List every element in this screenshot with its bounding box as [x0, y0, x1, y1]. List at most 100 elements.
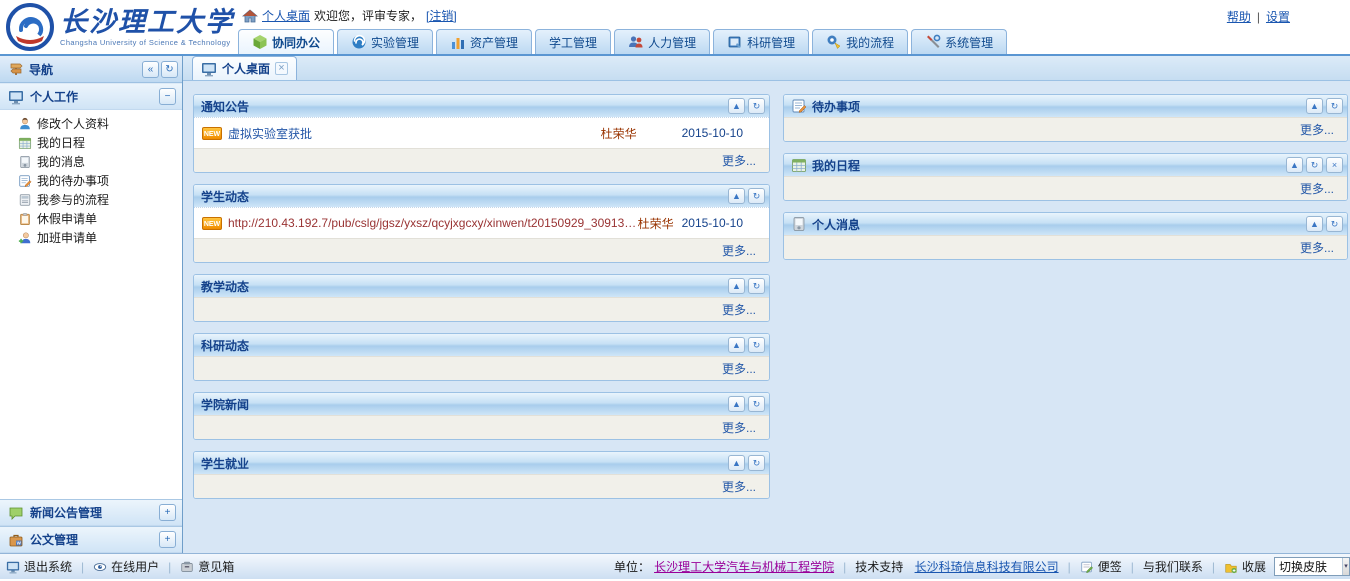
calendar-icon: [791, 157, 807, 173]
module-tab[interactable]: 学工管理: [535, 29, 611, 54]
panel-collapse-button[interactable]: ▲: [728, 396, 745, 412]
panel-collapse-button[interactable]: ▲: [728, 455, 745, 471]
module-tabstrip: 协同办公实验管理资产管理学工管理人力管理科研管理 我的流程系统管理: [238, 29, 1010, 54]
panel-collapse-button[interactable]: ▲: [728, 278, 745, 294]
close-tab-icon[interactable]: ×: [275, 62, 288, 75]
panel-collapse-button[interactable]: ▲: [728, 188, 745, 204]
panel-header: 我的日程▲↻×: [784, 154, 1347, 176]
help-link[interactable]: 帮助: [1227, 10, 1251, 24]
panel-collapse-button[interactable]: ▲: [728, 98, 745, 114]
sidebar-item[interactable]: 我的待办事项: [10, 171, 182, 190]
more-link[interactable]: 更多...: [722, 301, 756, 318]
panel-refresh-button[interactable]: ↻: [1326, 98, 1343, 114]
monitor-icon: [8, 89, 24, 105]
sidebar-item-label: 修改个人资料: [37, 115, 109, 132]
panel-header: 个人消息▲↻: [784, 213, 1347, 235]
eye-icon: [93, 560, 107, 574]
portal-panel: 待办事项▲↻ 更多...: [783, 94, 1348, 142]
sidebar-group-personal[interactable]: 个人工作 −: [0, 83, 182, 110]
fold-toggle-button[interactable]: 收展: [1224, 558, 1266, 575]
group-expand-button[interactable]: +: [159, 531, 176, 548]
sticky-note-button[interactable]: 便签: [1080, 558, 1122, 575]
sidebar-item[interactable]: 我的日程: [10, 133, 182, 152]
footer-button-3[interactable]: 意见箱: [180, 558, 234, 575]
logout-link[interactable]: [注销]: [426, 7, 457, 24]
module-tab[interactable]: 系统管理: [911, 29, 1007, 54]
main-area: 个人桌面 × 通知公告▲↻NEW虚拟实验室获批杜荣华2015-10-10更多..…: [183, 56, 1350, 553]
module-tab[interactable]: 科研管理: [713, 29, 809, 54]
panel-collapse-button[interactable]: ▲: [728, 337, 745, 353]
panel-refresh-button[interactable]: ↻: [748, 278, 765, 294]
nav-collapse-button[interactable]: «: [142, 61, 159, 78]
more-link[interactable]: 更多...: [1300, 180, 1334, 197]
footer-button-2[interactable]: 在线用户: [93, 558, 159, 575]
support-link[interactable]: 长沙科琦信息科技有限公司: [915, 558, 1059, 575]
content-body: 通知公告▲↻NEW虚拟实验室获批杜荣华2015-10-10更多...学生动态▲↻…: [183, 81, 1350, 553]
more-link[interactable]: 更多...: [722, 152, 756, 169]
module-tab[interactable]: 人力管理: [614, 29, 710, 54]
panel-collapse-button[interactable]: ▲: [1286, 157, 1303, 173]
more-link[interactable]: 更多...: [722, 360, 756, 377]
panel-refresh-button[interactable]: ↻: [748, 98, 765, 114]
unit-link[interactable]: 长沙理工大学汽车与机械工程学院: [654, 558, 834, 575]
group-title: 个人工作: [30, 88, 157, 105]
sidebar-item[interactable]: 修改个人资料: [10, 114, 182, 133]
sidebar-item[interactable]: 加班申请单: [10, 228, 182, 247]
content-tab-desktop[interactable]: 个人桌面 ×: [192, 56, 297, 80]
sidebar-group[interactable]: W公文管理+: [0, 526, 182, 553]
group-expand-button[interactable]: +: [159, 504, 176, 521]
nav-header: 导航 « ↻: [0, 56, 182, 83]
tab-label: 我的流程: [846, 34, 894, 51]
news-item-link[interactable]: http://210.43.192.7/pub/cslg/jgsz/yxsz/q…: [228, 216, 638, 230]
group-collapse-button[interactable]: −: [159, 88, 176, 105]
sidebar-item[interactable]: 我参与的流程: [10, 190, 182, 209]
panel-refresh-button[interactable]: ↻: [748, 396, 765, 412]
more-link[interactable]: 更多...: [722, 419, 756, 436]
contact-us-button[interactable]: 与我们联系: [1143, 558, 1203, 575]
panel-close-button[interactable]: ×: [1326, 157, 1343, 173]
skin-switcher-select[interactable]: 切换皮肤 ▾: [1274, 557, 1350, 576]
panel-collapse-button[interactable]: ▲: [1306, 216, 1323, 232]
sidebar-item-label: 休假申请单: [37, 210, 97, 227]
more-link[interactable]: 更多...: [722, 478, 756, 495]
panel-title: 我的日程: [791, 157, 1283, 174]
panel-refresh-button[interactable]: ↻: [1306, 157, 1323, 173]
sidebar-item-label: 我参与的流程: [37, 191, 109, 208]
module-tab[interactable]: 实验管理: [337, 29, 433, 54]
more-link[interactable]: 更多...: [1300, 239, 1334, 256]
panel-footer: 更多...: [194, 474, 769, 498]
panel-refresh-button[interactable]: ↻: [1326, 216, 1343, 232]
more-link[interactable]: 更多...: [1300, 121, 1334, 138]
footer-divider: |: [1212, 560, 1215, 574]
message-icon: [791, 216, 807, 232]
sidebar-group[interactable]: 新闻公告管理+: [0, 499, 182, 526]
breadcrumb: 个人桌面 欢迎您，评审专家， [注销]: [242, 7, 457, 24]
flowdoc-icon: [18, 193, 32, 207]
panel-header: 待办事项▲↻: [784, 95, 1347, 117]
portal-panel: 学生动态▲↻NEWhttp://210.43.192.7/pub/cslg/jg…: [193, 184, 770, 263]
module-tab[interactable]: 我的流程: [812, 29, 908, 54]
breadcrumb-home-link[interactable]: 个人桌面: [262, 7, 310, 24]
panel-refresh-button[interactable]: ↻: [748, 188, 765, 204]
module-tab[interactable]: 资产管理: [436, 29, 532, 54]
panel-title: 学生就业: [201, 455, 725, 472]
panel-header: 科研动态▲↻: [194, 334, 769, 356]
fold-icon: [1224, 560, 1238, 574]
unit-label: 单位：: [614, 558, 650, 575]
sidebar-item[interactable]: 我的消息: [10, 152, 182, 171]
panel-header: 教学动态▲↻: [194, 275, 769, 297]
news-item-link[interactable]: 虚拟实验室获批: [228, 125, 564, 142]
person-icon: [18, 117, 32, 131]
module-tab[interactable]: 协同办公: [238, 29, 334, 54]
settings-link[interactable]: 设置: [1266, 10, 1290, 24]
panel-collapse-button[interactable]: ▲: [1306, 98, 1323, 114]
sidebar-item[interactable]: 休假申请单: [10, 209, 182, 228]
panel-refresh-button[interactable]: ↻: [748, 337, 765, 353]
monitor-icon: [201, 61, 217, 77]
nav-refresh-button[interactable]: ↻: [161, 61, 178, 78]
new-badge-icon: NEW: [202, 127, 222, 140]
footer-button-1[interactable]: 退出系统: [6, 558, 72, 575]
panel-refresh-button[interactable]: ↻: [748, 455, 765, 471]
more-link[interactable]: 更多...: [722, 242, 756, 259]
portal-column-right: 待办事项▲↻更多...我的日程▲↻×更多...个人消息▲↻更多...: [783, 94, 1348, 553]
